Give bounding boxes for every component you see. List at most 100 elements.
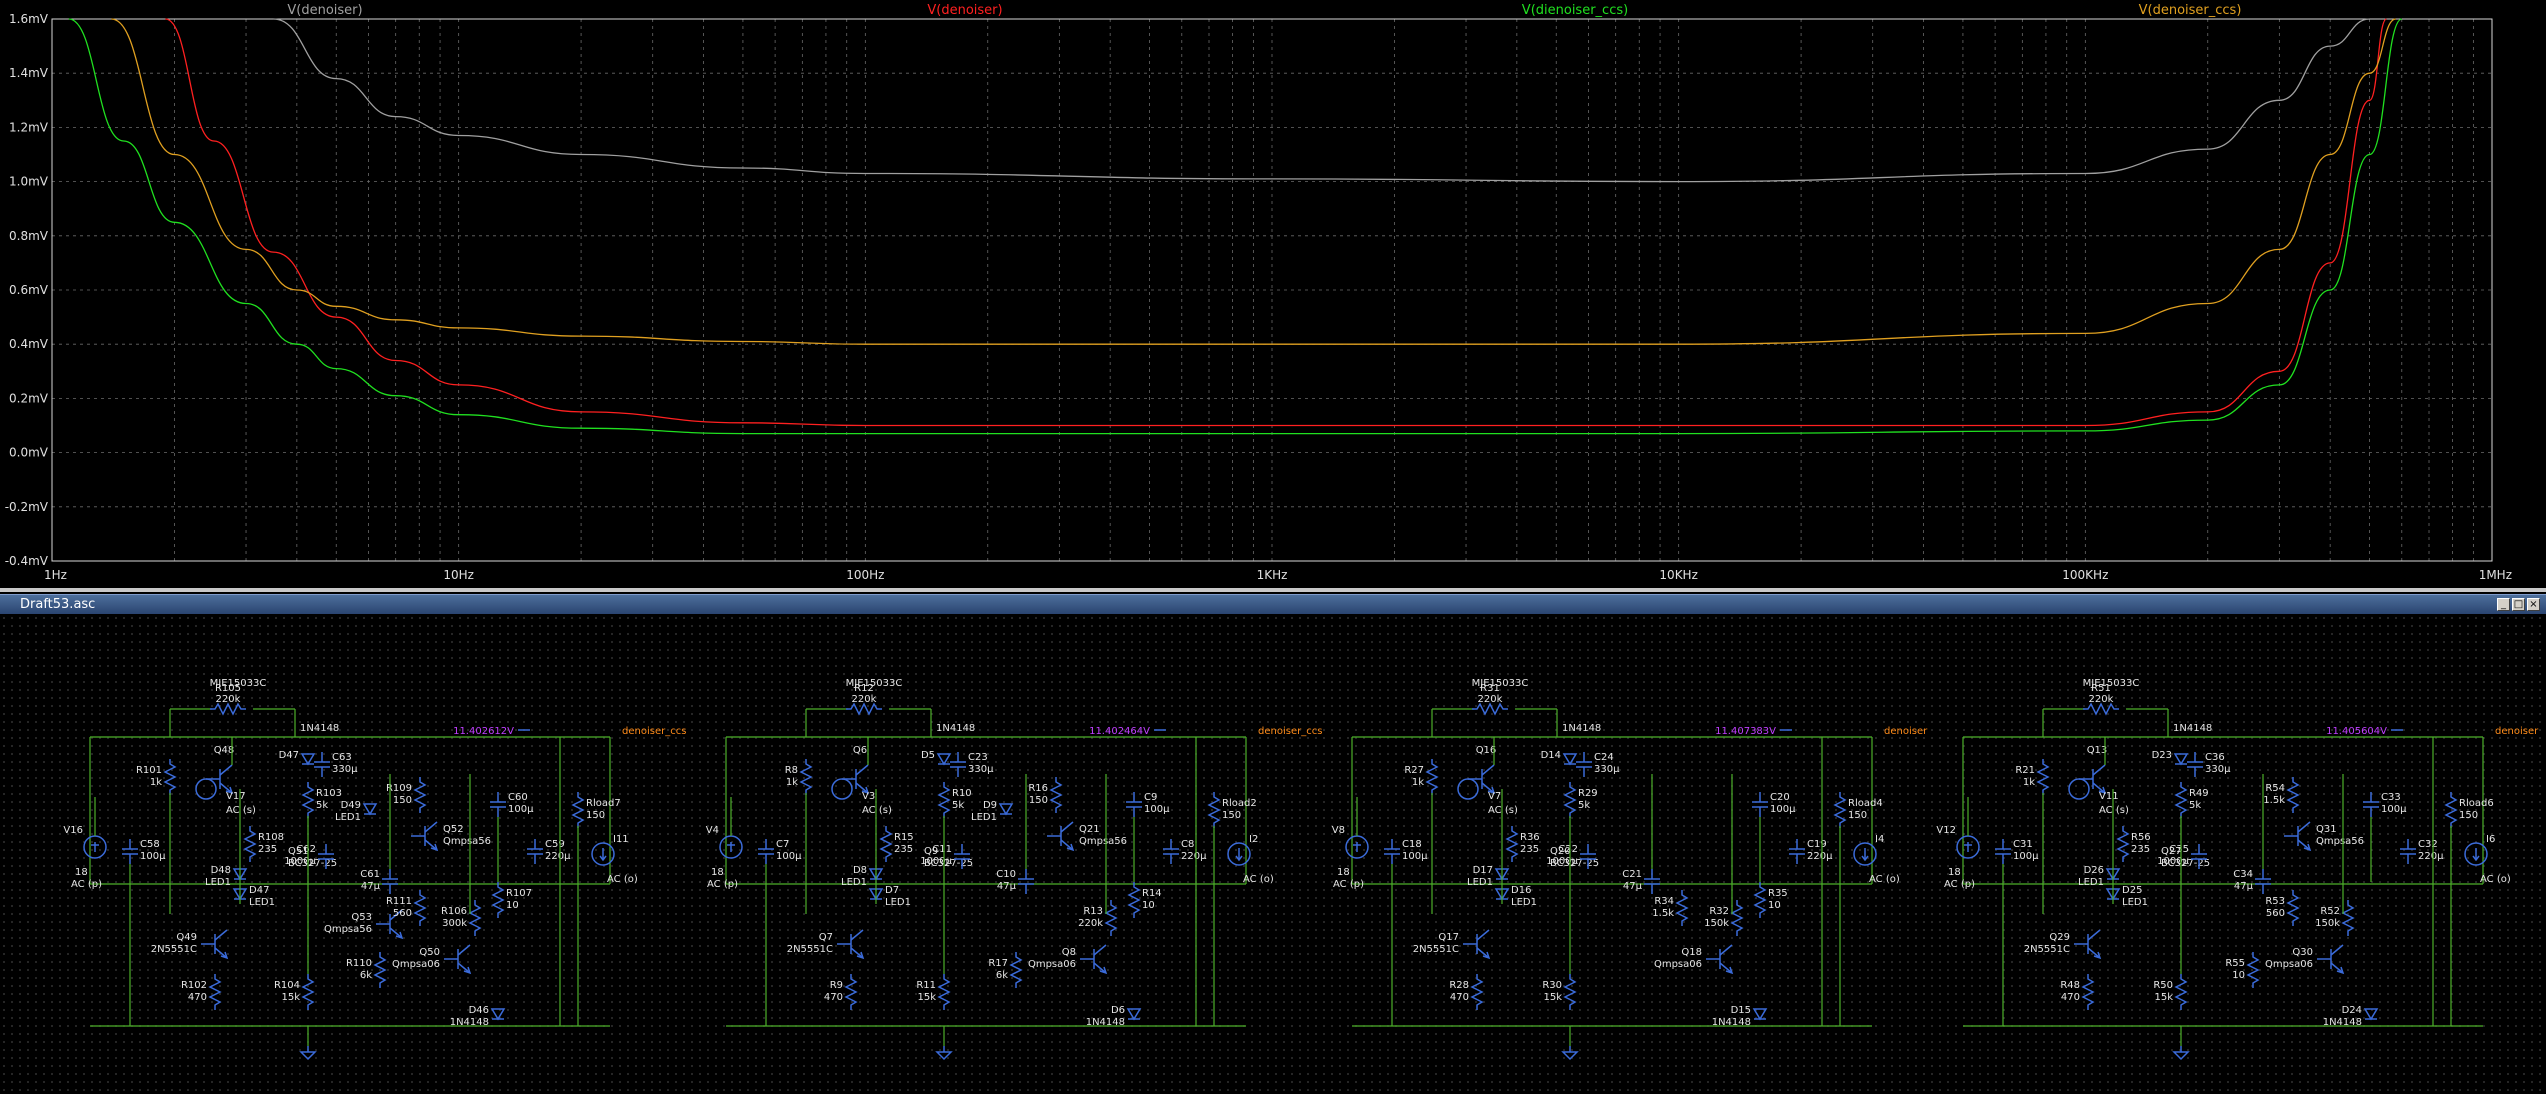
trace-title-0[interactable]: V(denoiser) bbox=[287, 3, 362, 18]
schematic-drawing[interactable]: R105220kMJE15033CQ48V1618AC (p)C58100µR1… bbox=[0, 614, 2546, 1094]
capacitor[interactable]: C32220µ bbox=[2400, 839, 2444, 864]
capacitor[interactable]: C33100µ bbox=[2363, 792, 2407, 817]
capacitor[interactable]: C6147µ bbox=[360, 869, 398, 894]
transistor[interactable]: Q50Qmpsa06 bbox=[392, 944, 472, 975]
resistor[interactable]: R32150k bbox=[1704, 900, 1744, 936]
resistor[interactable]: R1011k bbox=[136, 759, 177, 795]
diode[interactable]: D23 bbox=[2152, 750, 2189, 766]
current-source[interactable]: I11 AC (o) bbox=[591, 834, 638, 885]
resistor[interactable]: R28470 bbox=[1449, 974, 1484, 1010]
resistor[interactable]: Rload7150 bbox=[571, 792, 621, 828]
current-source[interactable]: I2 AC (o) bbox=[1227, 834, 1274, 885]
capacitor[interactable]: C9100µ bbox=[1126, 792, 1170, 817]
resistor[interactable]: R13220k bbox=[1078, 900, 1118, 936]
resistor[interactable]: R341.5k bbox=[1652, 890, 1689, 926]
diode[interactable]: D14 bbox=[1541, 750, 1578, 766]
transistor[interactable]: Q18Qmpsa06 bbox=[1654, 944, 1734, 975]
resistor[interactable]: R1115k bbox=[916, 974, 951, 1010]
capacitor[interactable]: C59220µ bbox=[527, 839, 571, 864]
resistor[interactable]: R52150k bbox=[2315, 900, 2355, 936]
transistor[interactable]: Q21Qmpsa56 bbox=[1047, 821, 1127, 852]
resistor[interactable]: R109150 bbox=[386, 777, 427, 813]
diode[interactable]: D9LED1 bbox=[971, 800, 1014, 823]
transistor[interactable]: Q52Qmpsa56 bbox=[411, 821, 491, 852]
resistor[interactable]: R53560 bbox=[2265, 890, 2300, 926]
resistor[interactable]: R5015k bbox=[2153, 974, 2188, 1010]
capacitor[interactable]: C36330µ bbox=[2187, 752, 2231, 777]
transistor[interactable]: Q72N5551C bbox=[787, 929, 865, 960]
capacitor[interactable]: C23330µ bbox=[950, 752, 994, 777]
resistor[interactable]: R1410 bbox=[1127, 882, 1162, 918]
regulator-circuit-0[interactable]: R105220kMJE15033CQ48V1618AC (p)C58100µR1… bbox=[63, 678, 686, 1061]
voltage-source[interactable]: V16 18AC (p) bbox=[63, 825, 107, 890]
resistor[interactable]: R10710 bbox=[491, 882, 532, 918]
capacitor[interactable]: C31100µ bbox=[1995, 839, 2039, 864]
transistor[interactable]: Q172N5551C bbox=[1413, 929, 1491, 960]
schematic-window[interactable]: Draft53.asc _ □ × R105 220k MJE15033C Q48 V1… bbox=[0, 592, 2546, 1094]
resistor[interactable]: R56235 bbox=[2116, 826, 2151, 862]
waveform-plot-pane[interactable]: 1.6mV 1.4mV 1.2mV 1.0mV 0.8mV 0.6mV 0.4mV 0.2mV… bbox=[0, 0, 2546, 588]
resistor[interactable]: R5510 bbox=[2225, 952, 2260, 988]
regulator-circuit-1[interactable]: R12220kMJE15033CQ6V418AC (p)C7100µR81kV3… bbox=[706, 678, 1323, 1061]
regulator-circuit-2[interactable]: R31220kMJE15033CQ16V818AC (p)C18100µR271… bbox=[1332, 678, 1928, 1061]
trace-title-1[interactable]: V(denoiser) bbox=[927, 3, 1002, 18]
capacitor[interactable]: C1047µ bbox=[996, 869, 1034, 894]
voltage-source[interactable]: V4 18AC (p) bbox=[706, 825, 743, 890]
transistor[interactable]: Q53Qmpsa56 bbox=[324, 909, 404, 940]
capacitor[interactable]: C58100µ bbox=[122, 839, 166, 864]
capacitor[interactable]: C7100µ bbox=[758, 839, 802, 864]
capacitor[interactable]: C63330µ bbox=[314, 752, 358, 777]
capacitor[interactable]: C3447µ bbox=[2233, 869, 2271, 894]
capacitor[interactable]: C18100µ bbox=[1384, 839, 1428, 864]
trace-title-3[interactable]: V(denoiser_ccs) bbox=[2139, 3, 2242, 18]
resistor[interactable]: R271k bbox=[1404, 759, 1439, 795]
schematic-canvas[interactable]: R105 220k MJE15033C Q48 V16 18 AC (p) C58 100µ R1… bbox=[0, 614, 2546, 1094]
minimize-button[interactable]: _ bbox=[2497, 598, 2510, 611]
diode[interactable]: D47 bbox=[279, 750, 316, 766]
resistor[interactable]: R106300k bbox=[441, 900, 482, 936]
diode[interactable]: D61N4148 bbox=[1086, 1005, 1142, 1028]
schematic-titlebar[interactable]: Draft53.asc _ □ × bbox=[0, 594, 2546, 615]
resistor[interactable]: R102470 bbox=[181, 974, 222, 1010]
waveform-plot[interactable]: 1.6mV 1.4mV 1.2mV 1.0mV 0.8mV 0.6mV 0.4mV 0.2mV… bbox=[0, 0, 2546, 588]
diode[interactable]: D461N4148 bbox=[450, 1005, 506, 1028]
transistor[interactable]: Q31Qmpsa56 bbox=[2284, 821, 2364, 852]
transistor[interactable]: Q30Qmpsa06 bbox=[2265, 944, 2345, 975]
resistor[interactable]: R9470 bbox=[824, 974, 858, 1010]
trace-title-2[interactable]: V(dienoiser_ccs) bbox=[1522, 3, 1628, 18]
capacitor[interactable]: C8220µ bbox=[1163, 839, 1207, 864]
voltage-source[interactable]: V12 18AC (p) bbox=[1936, 825, 1980, 890]
resistor[interactable]: Rload4150 bbox=[1833, 792, 1883, 828]
resistor[interactable]: R48470 bbox=[2060, 974, 2095, 1010]
regulator-circuit-3[interactable]: R51220kMJE15033CQ13V1218AC (p)C31100µR21… bbox=[1936, 678, 2539, 1061]
current-source[interactable]: I4 AC (o) bbox=[1853, 834, 1900, 885]
resistor[interactable]: Rload6150 bbox=[2444, 792, 2494, 828]
capacitor[interactable]: C20100µ bbox=[1752, 792, 1796, 817]
current-source[interactable]: I6 AC (o) bbox=[2464, 834, 2511, 885]
resistor[interactable]: R211k bbox=[2015, 759, 2050, 795]
resistor[interactable]: R81k bbox=[785, 759, 813, 795]
capacitor[interactable]: C19220µ bbox=[1789, 839, 1833, 864]
resistor[interactable]: R36235 bbox=[1505, 826, 1540, 862]
resistor[interactable]: R108235 bbox=[243, 826, 284, 862]
transistor[interactable]: Q8Qmpsa06 bbox=[1028, 944, 1108, 975]
resistor[interactable]: R3510 bbox=[1753, 882, 1788, 918]
capacitor[interactable]: C24330µ bbox=[1576, 752, 1620, 777]
diode[interactable]: D49LED1 bbox=[335, 800, 378, 823]
resistor[interactable]: R105k bbox=[937, 782, 972, 818]
voltage-source[interactable]: V8 18AC (p) bbox=[1332, 825, 1369, 890]
transistor[interactable]: Q492N5551C bbox=[151, 929, 229, 960]
resistor[interactable]: R541.5k bbox=[2263, 777, 2300, 813]
resistor[interactable]: R16150 bbox=[1028, 777, 1063, 813]
resistor[interactable]: R1106k bbox=[346, 952, 387, 988]
transistor[interactable]: Q292N5551C bbox=[2024, 929, 2102, 960]
resistor[interactable]: Rload2150 bbox=[1207, 792, 1257, 828]
resistor[interactable]: R111560 bbox=[386, 890, 427, 926]
resistor[interactable]: R15235 bbox=[879, 826, 914, 862]
diode[interactable]: D241N4148 bbox=[2323, 1005, 2379, 1028]
close-button[interactable]: × bbox=[2527, 598, 2540, 611]
resistor[interactable]: R495k bbox=[2174, 782, 2209, 818]
capacitor[interactable]: C60100µ bbox=[490, 792, 534, 817]
diode[interactable]: D151N4148 bbox=[1712, 1005, 1768, 1028]
resistor[interactable]: R3015k bbox=[1542, 974, 1577, 1010]
